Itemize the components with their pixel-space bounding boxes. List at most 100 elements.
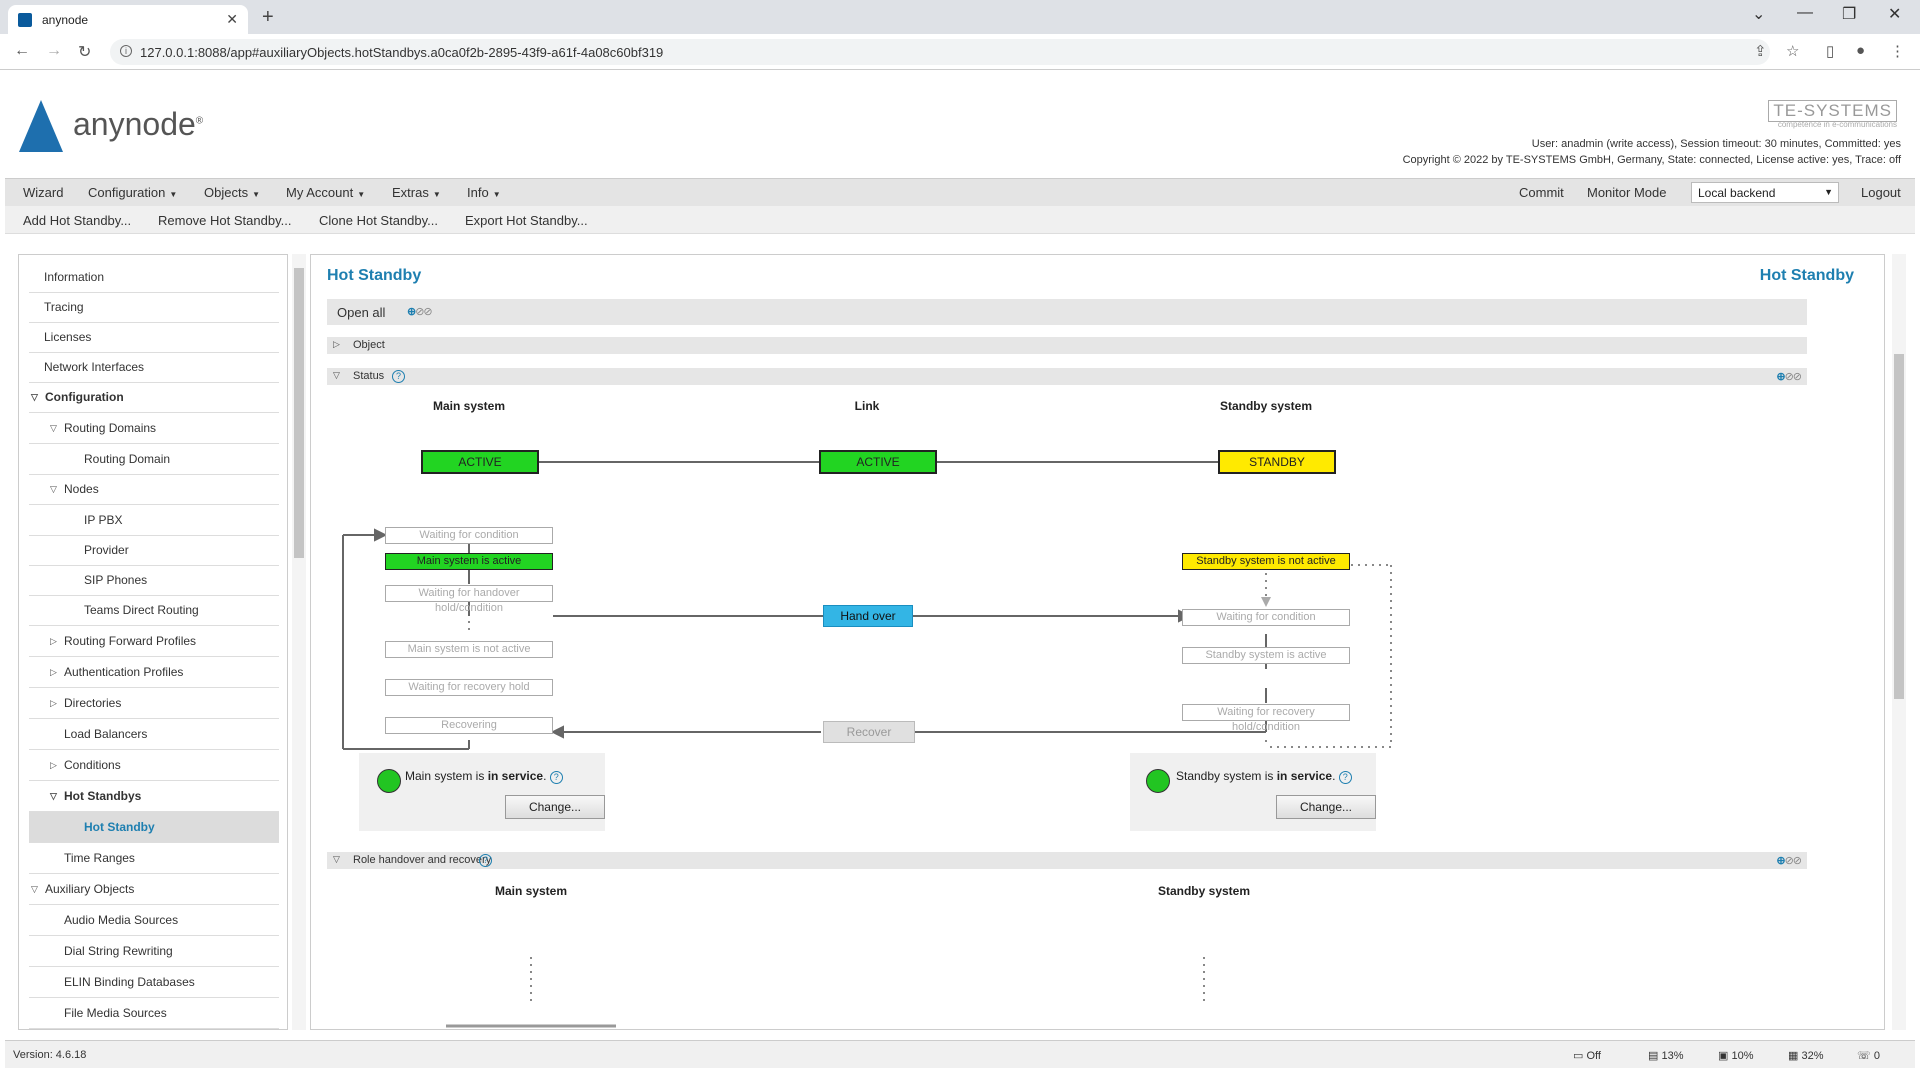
tree-scrollbar-thumb[interactable]: [294, 268, 304, 558]
tree-item-auxiliary-objects[interactable]: ▽ Auxiliary Objects: [29, 874, 279, 905]
monitor-value: Off: [1586, 1050, 1601, 1062]
tree-item-authentication-profiles[interactable]: ▷ Authentication Profiles: [29, 657, 279, 688]
logout-button[interactable]: Logout: [1861, 185, 1901, 200]
minimize-icon[interactable]: —: [1797, 4, 1813, 22]
remove-hot-standby-button[interactable]: Remove Hot Standby...: [158, 213, 291, 228]
help-icon[interactable]: ?: [479, 854, 492, 867]
collapsed-triangle-icon[interactable]: ▷: [50, 698, 58, 709]
menu-info[interactable]: Info ▼: [467, 185, 501, 200]
menu-configuration[interactable]: Configuration ▼: [88, 185, 177, 200]
close-window-icon[interactable]: ✕: [1888, 4, 1901, 24]
tree-item-file-media-sources[interactable]: File Media Sources: [29, 998, 279, 1029]
te-systems-logo: TE-SYSTEMS: [1768, 100, 1897, 122]
menu-my-account-label: My Account: [286, 185, 354, 200]
memory-status: ▦ 32%: [1788, 1049, 1823, 1062]
chevron-down-icon: ▼: [1824, 187, 1833, 197]
tree-item-time-ranges[interactable]: Time Ranges: [29, 843, 279, 874]
tree-item-hot-standby[interactable]: Hot Standby: [29, 812, 279, 843]
clone-hot-standby-button[interactable]: Clone Hot Standby...: [319, 213, 438, 228]
url-field[interactable]: i 127.0.0.1:8088/app#auxiliaryObjects.ho…: [110, 39, 1770, 65]
tree-item-routing-forward-profiles[interactable]: ▷ Routing Forward Profiles: [29, 626, 279, 657]
monitor-mode-button[interactable]: Monitor Mode: [1587, 185, 1666, 200]
tree-item-routing-domain[interactable]: Routing Domain: [29, 444, 279, 475]
standby-service-card: Standby system is in service. ? Change..…: [1130, 753, 1376, 831]
content-scrollbar-thumb[interactable]: [1894, 354, 1904, 699]
add-hot-standby-button[interactable]: Add Hot Standby...: [23, 213, 131, 228]
tree-item-audio-media-sources[interactable]: Audio Media Sources: [29, 905, 279, 936]
flow-step: Waiting for condition: [1182, 609, 1350, 626]
bookmark-star-icon[interactable]: ☆: [1786, 42, 1799, 60]
caret-down-icon: ▼: [357, 190, 366, 199]
profile-icon[interactable]: ●: [1856, 42, 1865, 59]
tree-item-directories[interactable]: ▷ Directories: [29, 688, 279, 719]
main-menu: Wizard Configuration ▼ Objects ▼ My Accoun…: [5, 178, 1915, 206]
te-systems-tagline: competence in e-communications: [1777, 120, 1897, 129]
tree-label: Auxiliary Objects: [45, 882, 135, 896]
reload-icon[interactable]: ↻: [78, 42, 91, 62]
tree-item-load-balancers[interactable]: Load Balancers: [29, 719, 279, 750]
cpu-value: 10%: [1731, 1050, 1754, 1062]
copyright-info: Copyright © 2022 by TE-SYSTEMS GmbH, Ger…: [1402, 154, 1901, 166]
expanded-triangle-icon[interactable]: ▽: [31, 392, 39, 403]
recover-button[interactable]: Recover: [823, 721, 915, 743]
logo-text: anynode®: [73, 106, 204, 142]
back-icon[interactable]: ←: [14, 42, 30, 60]
info-icon[interactable]: i: [120, 45, 132, 57]
menu-extras[interactable]: Extras ▼: [392, 185, 441, 200]
tree-item-ip-pbx[interactable]: IP PBX: [29, 505, 279, 536]
menu-my-account[interactable]: My Account ▼: [286, 185, 365, 200]
backend-select[interactable]: Local backend ▼: [1691, 182, 1839, 203]
tree-scrollbar[interactable]: [292, 254, 306, 1030]
export-hot-standby-button[interactable]: Export Hot Standby...: [465, 213, 588, 228]
commit-button[interactable]: Commit: [1519, 185, 1564, 200]
tree-item-hot-standbys[interactable]: ▽ Hot Standbys: [29, 781, 279, 812]
section-control-icons[interactable]: ⊕⊘⊘: [1776, 854, 1802, 867]
hand-over-button[interactable]: Hand over: [823, 605, 913, 627]
collapsed-triangle-icon[interactable]: ▷: [50, 667, 58, 678]
expanded-triangle-icon[interactable]: ▽: [50, 484, 58, 495]
content-scrollbar[interactable]: [1892, 254, 1906, 1030]
change-main-service-button[interactable]: Change...: [505, 795, 605, 819]
expanded-triangle-icon[interactable]: ▽: [50, 423, 58, 434]
browser-menu-icon[interactable]: ⋮: [1890, 42, 1905, 60]
tree-item-elin-binding-databases[interactable]: ELIN Binding Databases: [29, 967, 279, 998]
help-icon[interactable]: ?: [549, 771, 563, 784]
tree-item-tracing[interactable]: Tracing: [29, 292, 279, 323]
close-tab-icon[interactable]: ✕: [226, 11, 238, 28]
content-panel: Hot Standby Hot Standby Open all ⊕⊘⊘ ▷ O…: [310, 254, 1885, 1030]
disk-value: 13%: [1661, 1050, 1684, 1062]
object-toolbar: Add Hot Standby... Remove Hot Standby...…: [5, 206, 1915, 234]
restore-icon[interactable]: ❐: [1842, 4, 1856, 24]
tree-item-configuration[interactable]: ▽ Configuration: [29, 382, 279, 413]
collapsed-triangle-icon[interactable]: ▷: [50, 636, 58, 647]
side-panel-icon[interactable]: ▯: [1826, 42, 1834, 60]
share-icon[interactable]: ⇪: [1754, 42, 1767, 60]
section-role-header[interactable]: ▽ Role handover and recovery ? ⊕⊘⊘: [327, 852, 1807, 869]
tree-item-licenses[interactable]: Licenses: [29, 322, 279, 353]
tree-item-network-interfaces[interactable]: Network Interfaces: [29, 352, 279, 383]
flow-step: Waiting for condition: [385, 527, 553, 544]
forward-icon[interactable]: →: [46, 42, 62, 60]
expanded-triangle-icon[interactable]: ▽: [50, 791, 58, 802]
tree-item-information[interactable]: Information: [29, 262, 279, 293]
tree-item-dial-string-rewriting[interactable]: Dial String Rewriting: [29, 936, 279, 967]
new-tab-icon[interactable]: +: [262, 6, 274, 29]
anynode-logo-icon: [19, 100, 63, 152]
tree-item-sip-phones[interactable]: SIP Phones: [29, 565, 279, 596]
menu-wizard[interactable]: Wizard: [23, 185, 63, 200]
change-standby-service-button[interactable]: Change...: [1276, 795, 1376, 819]
menu-objects-label: Objects: [204, 185, 249, 200]
menu-objects[interactable]: Objects ▼: [204, 185, 260, 200]
tree-item-teams-direct-routing[interactable]: Teams Direct Routing: [29, 595, 279, 626]
help-icon[interactable]: ?: [1338, 771, 1352, 784]
tree-item-provider[interactable]: Provider: [29, 535, 279, 566]
tree-item-conditions[interactable]: ▷ Conditions: [29, 750, 279, 781]
tab-search-icon[interactable]: ⌄: [1752, 4, 1765, 24]
expanded-triangle-icon[interactable]: ▽: [31, 884, 39, 895]
tree-item-routing-domains[interactable]: ▽ Routing Domains: [29, 413, 279, 444]
collapsed-triangle-icon[interactable]: ▷: [50, 760, 58, 771]
browser-tab[interactable]: anynode ✕: [8, 5, 248, 34]
tree-item-nodes[interactable]: ▽ Nodes: [29, 474, 279, 505]
main-service-status-indicator: [377, 769, 401, 793]
expanded-triangle-icon[interactable]: ▽: [333, 854, 341, 865]
